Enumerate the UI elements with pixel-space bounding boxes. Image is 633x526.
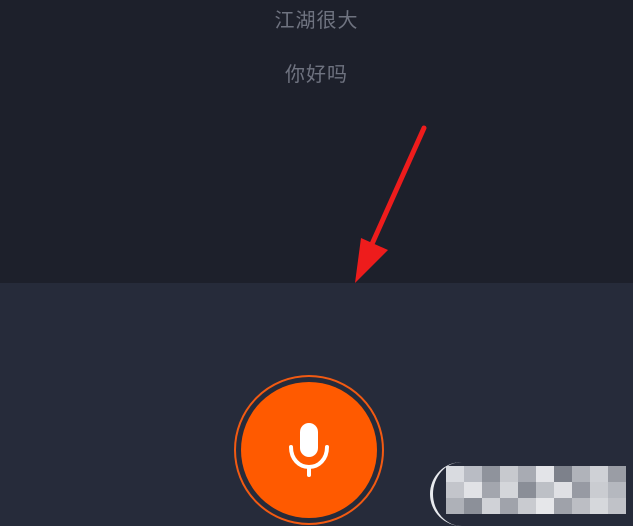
- mosaic-cell: [464, 498, 482, 514]
- mosaic-cell: [518, 466, 536, 482]
- transcript-line-1: 江湖很大: [274, 8, 359, 32]
- transcript-area: 江湖很大 你好吗: [0, 0, 633, 283]
- mosaic-cell: [500, 466, 518, 482]
- mosaic-cell: [482, 482, 500, 498]
- transcript-line-2: 你好吗: [285, 62, 348, 86]
- mosaic-cell: [572, 466, 590, 482]
- mosaic-cell: [608, 482, 626, 498]
- microphone-icon: [289, 423, 329, 477]
- pixelation-mosaic: [446, 466, 626, 514]
- mosaic-cell: [464, 466, 482, 482]
- mosaic-cell: [572, 498, 590, 514]
- mosaic-cell: [518, 498, 536, 514]
- mosaic-cell: [590, 498, 608, 514]
- mosaic-cell: [482, 466, 500, 482]
- mosaic-cell: [608, 466, 626, 482]
- pixelated-widget: [430, 462, 633, 526]
- mosaic-cell: [464, 482, 482, 498]
- mosaic-cell: [518, 482, 536, 498]
- mosaic-cell: [572, 482, 590, 498]
- mosaic-cell: [446, 482, 464, 498]
- mosaic-cell: [608, 498, 626, 514]
- mosaic-cell: [590, 466, 608, 482]
- mosaic-cell: [536, 466, 554, 482]
- mosaic-cell: [446, 466, 464, 482]
- mosaic-cell: [554, 498, 572, 514]
- mosaic-cell: [590, 482, 608, 498]
- mosaic-cell: [554, 466, 572, 482]
- mosaic-cell: [446, 498, 464, 514]
- mosaic-cell: [536, 482, 554, 498]
- mosaic-cell: [500, 482, 518, 498]
- mosaic-cell: [536, 498, 554, 514]
- mosaic-cell: [554, 482, 572, 498]
- voice-input-button[interactable]: [241, 382, 377, 518]
- mosaic-cell: [482, 498, 500, 514]
- mosaic-cell: [500, 498, 518, 514]
